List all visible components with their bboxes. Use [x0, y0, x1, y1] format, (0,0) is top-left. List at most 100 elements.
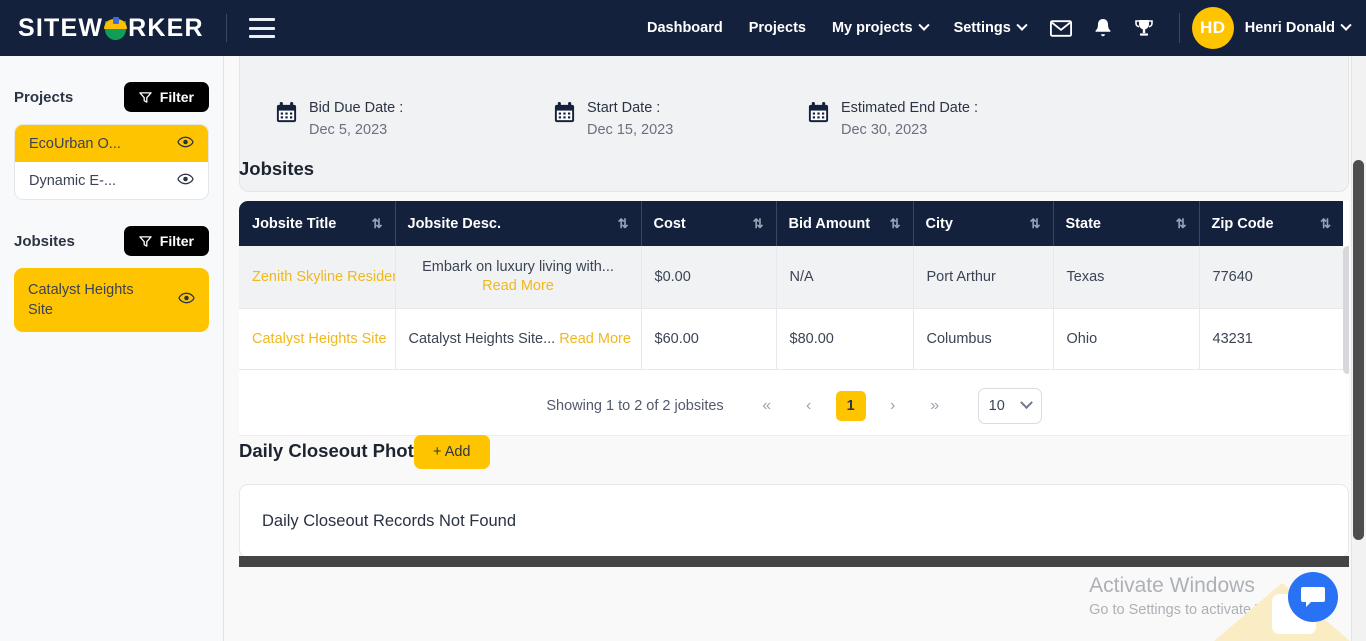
- column-header-jobsite-desc[interactable]: Jobsite Desc. ⇅: [395, 201, 642, 246]
- pagination-first-button[interactable]: «: [752, 391, 782, 421]
- sort-icon[interactable]: ⇅: [1176, 216, 1187, 232]
- projects-filter-button[interactable]: Filter: [123, 82, 209, 112]
- eye-icon[interactable]: [178, 290, 195, 310]
- project-info-card: Bid Due Date : Dec 5, 2023 Start Date: …: [239, 56, 1349, 192]
- sidebar-item-dynamic-label: Dynamic E-...: [29, 172, 117, 189]
- pagination-page-1[interactable]: 1: [835, 390, 866, 421]
- trophy-icon[interactable]: [1134, 18, 1154, 38]
- bid-due-date-value: Dec 5, 2023: [309, 122, 388, 138]
- avatar-initials: HD: [1199, 18, 1226, 37]
- nav-link-my-projects[interactable]: My projects: [831, 19, 930, 36]
- read-more-link[interactable]: Read More: [559, 331, 631, 347]
- sort-icon[interactable]: ⇅: [1320, 216, 1331, 232]
- pagination-prev-button[interactable]: ‹: [794, 391, 824, 421]
- column-header-zip-code-label: Zip Code: [1211, 215, 1274, 232]
- jobsites-table-body: Zenith Skyline Residen Embark on luxury …: [239, 246, 1343, 370]
- column-header-cost[interactable]: Cost ⇅: [641, 201, 777, 246]
- cell-state: Ohio: [1053, 308, 1200, 370]
- nav-link-my-projects-label: My projects: [831, 20, 913, 36]
- cell-jobsite-desc: Embark on luxury living with... Read Mor…: [395, 246, 642, 309]
- pagination-next-button[interactable]: ›: [878, 391, 908, 421]
- sidebar-jobsites-title: Jobsites: [14, 232, 75, 250]
- column-header-city[interactable]: City ⇅: [913, 201, 1054, 246]
- sort-icon[interactable]: ⇅: [890, 216, 901, 232]
- eye-icon[interactable]: [177, 173, 194, 188]
- logo-text-prefix: SITEW: [18, 13, 104, 42]
- sidebar-item-catalyst-label: Catalyst Heights Site: [28, 282, 134, 318]
- navbar-separator: [1178, 13, 1180, 43]
- jobsite-title-link[interactable]: Catalyst Heights Site: [252, 331, 387, 347]
- sidebar-item-ecourban[interactable]: EcoUrban O...: [15, 125, 208, 162]
- sidebar-projects-header: Projects Filter: [14, 82, 209, 112]
- mail-icon[interactable]: [1049, 19, 1072, 37]
- filter-icon: [139, 235, 152, 247]
- chevron-down-icon: [917, 19, 930, 31]
- eye-icon[interactable]: [177, 136, 194, 151]
- chevron-down-icon: [1016, 19, 1028, 31]
- sort-icon[interactable]: ⇅: [618, 216, 629, 232]
- page-size-select[interactable]: 10: [977, 387, 1042, 424]
- navbar-right-group: Dashboard Projects My projects Settings: [634, 7, 1366, 49]
- sidebar-projects-title: Projects: [14, 88, 74, 106]
- estimated-end-date-label: Estimated End Date :: [841, 100, 979, 116]
- calendar-icon: [807, 101, 830, 129]
- table-vertical-scrollbar[interactable]: [1343, 246, 1349, 374]
- filter-icon: [139, 91, 152, 103]
- logo-text-suffix: RKER: [128, 13, 204, 42]
- closeout-section-title: Daily Closeout Photos: [239, 440, 436, 461]
- sort-icon[interactable]: ⇅: [753, 216, 764, 232]
- cell-jobsite-title: Zenith Skyline Residen: [239, 246, 396, 309]
- table-row[interactable]: Catalyst Heights Site Catalyst Heights S…: [239, 308, 1343, 370]
- jobsite-title-link[interactable]: Zenith Skyline Residen: [252, 269, 394, 285]
- column-header-jobsite-title[interactable]: Jobsite Title ⇅: [239, 201, 396, 246]
- table-row[interactable]: Zenith Skyline Residen Embark on luxury …: [239, 246, 1343, 309]
- jobsites-filter-button[interactable]: Filter: [123, 226, 209, 256]
- hamburger-menu-icon[interactable]: [248, 18, 275, 38]
- sidebar-item-catalyst-heights-site[interactable]: Catalyst Heights Site: [14, 268, 209, 332]
- cell-bid-amount: N/A: [776, 246, 914, 309]
- estimated-end-date: Estimated End Date : Dec 30, 2023: [772, 100, 978, 139]
- chat-bubble-icon[interactable]: [1288, 572, 1338, 622]
- app-logo[interactable]: SITEW RKER: [18, 14, 204, 43]
- cell-bid-amount: $80.00: [776, 308, 914, 370]
- table-header-row: Jobsite Title ⇅ Jobsite Desc. ⇅ Cost ⇅ B…: [239, 201, 1343, 246]
- jobsite-desc-text: Embark on luxury living with...: [422, 259, 614, 275]
- chevron-down-icon: [1019, 396, 1033, 410]
- add-closeout-photo-button[interactable]: + Add: [414, 435, 490, 469]
- cell-state: Texas: [1053, 246, 1200, 309]
- sidebar: Projects Filter EcoUrban O... Dynamic E-…: [0, 56, 224, 641]
- table-horizontal-scrollbar-thumb[interactable]: [239, 556, 1349, 567]
- user-name-label: Henri Donald: [1244, 20, 1335, 36]
- column-header-bid-amount-label: Bid Amount: [788, 215, 871, 232]
- page-scrollbar-thumb[interactable]: [1353, 160, 1364, 540]
- read-more-link[interactable]: Read More: [482, 278, 554, 294]
- jobsites-table-head: Jobsite Title ⇅ Jobsite Desc. ⇅ Cost ⇅ B…: [239, 201, 1343, 246]
- cell-city: Port Arthur: [913, 246, 1054, 309]
- column-header-bid-amount[interactable]: Bid Amount ⇅: [776, 201, 914, 246]
- user-menu[interactable]: Henri Donald: [1244, 19, 1352, 36]
- avatar[interactable]: HD: [1191, 7, 1234, 49]
- logo-text: SITEW RKER: [18, 14, 204, 43]
- pagination-last-button[interactable]: »: [920, 391, 950, 421]
- column-header-state-label: State: [1065, 215, 1101, 232]
- nav-link-settings[interactable]: Settings: [954, 19, 1028, 36]
- sort-icon[interactable]: ⇅: [1030, 216, 1041, 232]
- nav-link-dashboard[interactable]: Dashboard: [647, 20, 723, 36]
- pagination-summary: Showing 1 to 2 of 2 jobsites: [546, 397, 724, 414]
- sort-icon[interactable]: ⇅: [372, 216, 383, 232]
- nav-link-dashboard-label: Dashboard: [646, 20, 723, 36]
- jobsites-section-title: Jobsites: [239, 158, 315, 179]
- projects-list: EcoUrban O... Dynamic E-...: [14, 124, 209, 200]
- closeout-empty-text: Daily Closeout Records Not Found: [262, 511, 517, 530]
- jobsite-desc-text: Catalyst Heights Site...: [408, 330, 556, 347]
- nav-link-projects[interactable]: Projects: [749, 20, 806, 36]
- column-header-zip-code[interactable]: Zip Code ⇅: [1199, 201, 1343, 246]
- sidebar-jobsites-header: Jobsites Filter: [14, 226, 209, 256]
- calendar-icon: [553, 101, 576, 129]
- navbar-divider: [225, 14, 227, 42]
- column-header-state[interactable]: State ⇅: [1053, 201, 1200, 246]
- column-header-jobsite-desc-label: Jobsite Desc.: [407, 215, 502, 232]
- sidebar-item-dynamic[interactable]: Dynamic E-...: [15, 162, 208, 199]
- page-size-value: 10: [988, 397, 1005, 414]
- bell-icon[interactable]: [1094, 18, 1112, 38]
